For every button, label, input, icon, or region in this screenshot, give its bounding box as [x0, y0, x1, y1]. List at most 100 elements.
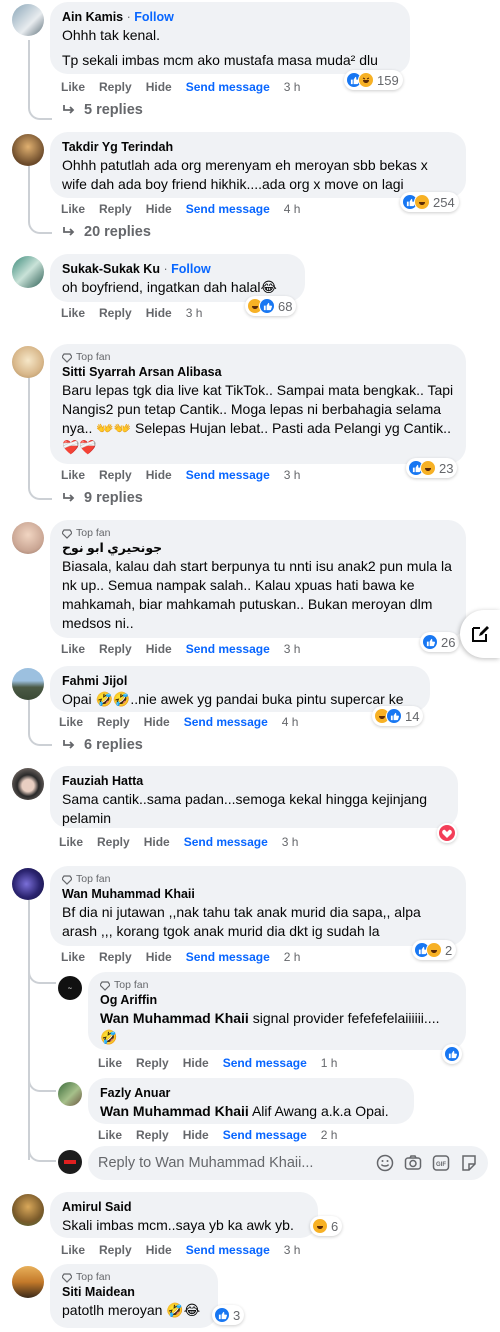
avatar[interactable] [12, 668, 44, 700]
hide-button[interactable]: Hide [183, 1056, 209, 1070]
like-button[interactable]: Like [61, 950, 85, 964]
commenter-name[interactable]: Sitti Syarrah Arsan Alibasa [62, 364, 454, 380]
send-message-button[interactable]: Send message [184, 715, 268, 729]
reaction-summary[interactable]: 6 [310, 1216, 343, 1236]
avatar[interactable] [12, 768, 44, 800]
commenter-name[interactable]: جونحيري ابو نوح [62, 540, 454, 556]
reply-button[interactable]: Reply [136, 1056, 169, 1070]
like-button[interactable]: Like [61, 80, 85, 94]
hide-button[interactable]: Hide [146, 468, 172, 482]
reaction-summary[interactable]: 26 [420, 632, 460, 652]
reply-button[interactable]: Reply [99, 1243, 132, 1257]
like-button[interactable]: Like [59, 835, 83, 849]
reaction-summary[interactable]: 254 [400, 192, 459, 212]
avatar[interactable]: ~ [58, 976, 82, 1000]
send-message-button[interactable]: Send message [223, 1056, 307, 1070]
reaction-summary[interactable]: 2 [412, 940, 457, 960]
view-replies-button[interactable]: 6 replies [62, 737, 143, 753]
emoji-icon[interactable] [376, 1154, 394, 1172]
hide-button[interactable]: Hide [146, 306, 172, 320]
commenter-name[interactable]: Fauziah Hatta [62, 773, 446, 789]
avatar[interactable] [12, 1194, 44, 1226]
like-button[interactable]: Like [98, 1128, 122, 1142]
reaction-summary[interactable]: 3 [212, 1305, 245, 1325]
timestamp[interactable]: 2 h [284, 950, 301, 964]
follow-button[interactable]: Follow [134, 10, 174, 24]
hide-button[interactable]: Hide [146, 202, 172, 216]
send-message-button[interactable]: Send message [184, 835, 268, 849]
hide-button[interactable]: Hide [144, 835, 170, 849]
send-message-button[interactable]: Send message [186, 202, 270, 216]
like-button[interactable]: Like [61, 202, 85, 216]
hide-button[interactable]: Hide [146, 1243, 172, 1257]
avatar[interactable] [12, 522, 44, 554]
follow-button[interactable]: Follow [171, 262, 211, 276]
like-button[interactable]: Like [61, 306, 85, 320]
reply-button[interactable]: Reply [99, 468, 132, 482]
commenter-name[interactable]: Sukak-Sukak Ku [62, 262, 160, 276]
reaction-summary[interactable]: 23 [406, 458, 458, 478]
mention-link[interactable]: Wan Muhammad Khaii [100, 1103, 249, 1119]
avatar[interactable] [12, 1266, 44, 1298]
timestamp[interactable]: 3 h [284, 1243, 301, 1257]
avatar[interactable] [12, 346, 44, 378]
commenter-name[interactable]: Og Ariffin [100, 992, 454, 1008]
send-message-button[interactable]: Send message [223, 1128, 307, 1142]
commenter-name[interactable]: Takdir Yg Terindah [62, 139, 454, 155]
avatar[interactable] [58, 1082, 82, 1106]
send-message-button[interactable]: Send message [186, 642, 270, 656]
reaction-summary[interactable]: 68 [245, 296, 297, 316]
commenter-name[interactable]: Siti Maidean [62, 1284, 206, 1300]
hide-button[interactable]: Hide [144, 715, 170, 729]
timestamp[interactable]: 2 h [321, 1128, 338, 1142]
hide-button[interactable]: Hide [183, 1128, 209, 1142]
hide-button[interactable]: Hide [146, 950, 172, 964]
timestamp[interactable]: 3 h [186, 306, 203, 320]
commenter-name[interactable]: Ain Kamis [62, 10, 123, 24]
commenter-name[interactable]: Amirul Said [62, 1199, 306, 1215]
sticker-icon[interactable] [460, 1154, 478, 1172]
commenter-name[interactable]: Fazly Anuar [100, 1085, 402, 1101]
reply-button[interactable]: Reply [99, 642, 132, 656]
compose-button[interactable] [460, 610, 500, 658]
like-button[interactable]: Like [61, 468, 85, 482]
reply-button[interactable]: Reply [136, 1128, 169, 1142]
send-message-button[interactable]: Send message [186, 950, 270, 964]
like-button[interactable]: Like [59, 715, 83, 729]
timestamp[interactable]: 3 h [284, 468, 301, 482]
camera-icon[interactable] [404, 1154, 422, 1172]
reaction-summary[interactable]: 159 [344, 70, 403, 90]
gif-icon[interactable]: GIF [432, 1154, 450, 1172]
reply-button[interactable]: Reply [99, 306, 132, 320]
reply-input[interactable]: Reply to Wan Muhammad Khaii... GIF [88, 1146, 488, 1180]
avatar[interactable] [12, 256, 44, 288]
send-message-button[interactable]: Send message [186, 468, 270, 482]
timestamp[interactable]: 3 h [284, 80, 301, 94]
timestamp[interactable]: 4 h [284, 202, 301, 216]
send-message-button[interactable]: Send message [186, 1243, 270, 1257]
avatar[interactable] [12, 868, 44, 900]
love-reaction-icon[interactable] [437, 823, 457, 843]
like-button[interactable]: Like [61, 642, 85, 656]
hide-button[interactable]: Hide [146, 80, 172, 94]
view-replies-button[interactable]: 20 replies [62, 224, 151, 240]
mention-link[interactable]: Wan Muhammad Khaii [100, 1010, 249, 1026]
hide-button[interactable]: Hide [146, 642, 172, 656]
reply-button[interactable]: Reply [99, 80, 132, 94]
commenter-name[interactable]: Wan Muhammad Khaii [62, 886, 454, 902]
reply-button[interactable]: Reply [99, 950, 132, 964]
timestamp[interactable]: 3 h [282, 835, 299, 849]
reply-button[interactable]: Reply [97, 715, 130, 729]
timestamp[interactable]: 4 h [282, 715, 299, 729]
user-avatar[interactable] [58, 1150, 82, 1174]
reply-button[interactable]: Reply [99, 202, 132, 216]
timestamp[interactable]: 1 h [321, 1056, 338, 1070]
view-replies-button[interactable]: 5 replies [62, 102, 143, 118]
avatar[interactable] [12, 134, 44, 166]
commenter-name[interactable]: Fahmi Jijol [62, 673, 418, 689]
like-button[interactable]: Like [61, 1243, 85, 1257]
view-replies-button[interactable]: 9 replies [62, 490, 143, 506]
reaction-summary[interactable]: 14 [372, 706, 424, 726]
avatar[interactable] [12, 4, 44, 36]
reaction-summary[interactable] [442, 1044, 462, 1064]
